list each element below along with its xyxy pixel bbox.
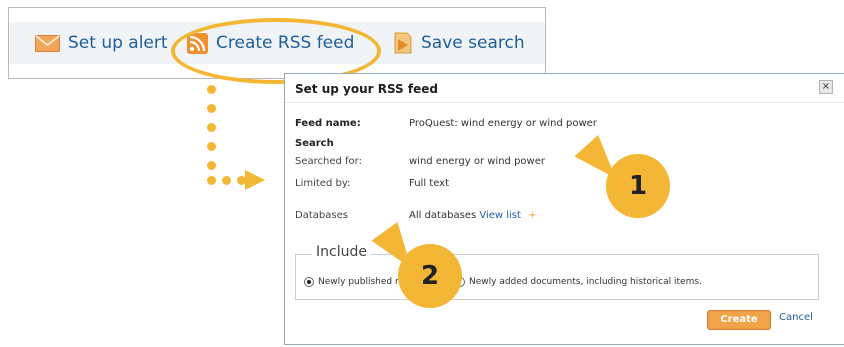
callout-badge-2: 2 bbox=[398, 244, 462, 308]
newly-added-label[interactable]: Newly added documents, including histori… bbox=[469, 277, 702, 287]
view-list-link[interactable]: View list bbox=[479, 210, 521, 221]
search-heading: Search bbox=[295, 138, 334, 149]
limited-by-value: Full text bbox=[409, 178, 450, 189]
cancel-link[interactable]: Cancel bbox=[779, 312, 813, 323]
dialog-title: Set up your RSS feed bbox=[295, 82, 438, 96]
callout-badge-1: 1 bbox=[606, 154, 670, 218]
save-search-button[interactable]: Save search bbox=[393, 28, 525, 58]
databases-value: All databases bbox=[409, 210, 477, 221]
searched-for-value: wind energy or wind power bbox=[409, 156, 545, 167]
connector-dot bbox=[207, 142, 216, 151]
create-feed-button[interactable]: Create feed bbox=[707, 310, 771, 343]
connector-dot bbox=[207, 85, 216, 94]
rss-feed-dialog: Set up your RSS feed × Feed name: ProQue… bbox=[284, 73, 844, 345]
connector-dot bbox=[207, 161, 216, 170]
include-options: Newly published results only Newly added… bbox=[304, 277, 702, 287]
newly-published-radio[interactable] bbox=[304, 277, 314, 287]
set-up-alert-label: Set up alert bbox=[68, 33, 168, 53]
plus-icon: + bbox=[528, 210, 537, 221]
connector-dot bbox=[207, 176, 216, 185]
limited-by-label: Limited by: bbox=[295, 178, 351, 189]
connector-dot bbox=[207, 123, 216, 132]
connector-arrow-icon bbox=[245, 170, 265, 190]
dialog-header-divider bbox=[285, 102, 844, 103]
save-icon bbox=[393, 31, 413, 55]
envelope-icon bbox=[35, 34, 60, 52]
feed-name-label: Feed name: bbox=[295, 118, 361, 129]
save-search-label: Save search bbox=[421, 33, 525, 53]
connector-dot bbox=[222, 176, 231, 185]
include-legend: Include bbox=[312, 244, 371, 260]
close-icon[interactable]: × bbox=[819, 80, 833, 94]
databases-value-row: All databases View list + bbox=[409, 210, 537, 221]
databases-label: Databases bbox=[295, 210, 348, 221]
set-up-alert-button[interactable]: Set up alert bbox=[35, 28, 168, 58]
include-fieldset: Include Newly published results only New… bbox=[295, 244, 819, 300]
connector-dot bbox=[207, 104, 216, 113]
feed-name-value: ProQuest: wind energy or wind power bbox=[409, 118, 597, 129]
searched-for-label: Searched for: bbox=[295, 156, 362, 167]
